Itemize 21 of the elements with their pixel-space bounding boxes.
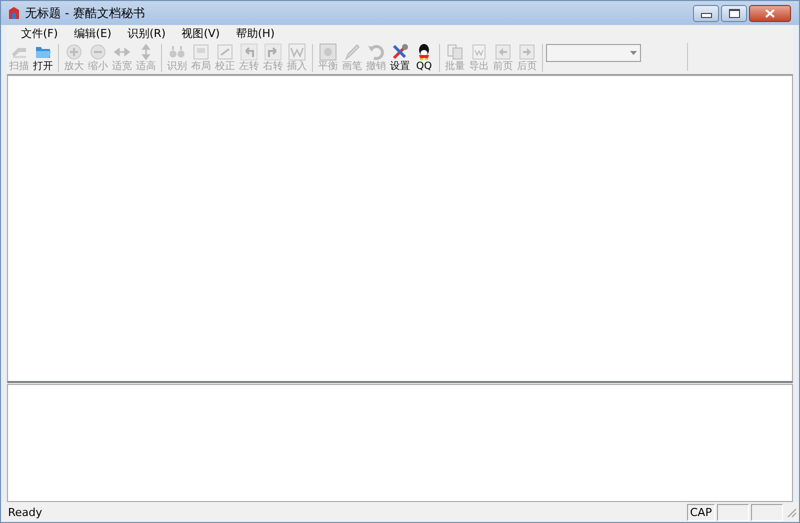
menu-item[interactable]: 编辑(E) — [66, 26, 120, 41]
toolbar-button[interactable]: 设置 — [388, 43, 412, 73]
toolbar-button[interactable]: QQ — [412, 43, 436, 73]
toolbar-button[interactable]: 打开 — [31, 43, 55, 73]
caret-icon — [630, 51, 637, 55]
settings-icon — [391, 43, 409, 61]
status-message: Ready — [8, 506, 44, 518]
close-button[interactable] — [749, 4, 791, 22]
menu-item[interactable]: 帮助(H) — [228, 26, 283, 41]
resize-grip-icon — [785, 506, 797, 518]
menu-item[interactable]: 视图(V) — [174, 26, 228, 41]
maximize-button[interactable] — [721, 4, 747, 22]
status-indicator: CAP — [687, 504, 715, 520]
status-pane — [717, 504, 749, 520]
app-icon — [7, 6, 21, 20]
close-icon — [765, 8, 775, 18]
status-pane — [751, 504, 783, 520]
menu-item[interactable]: 识别(R) — [119, 26, 174, 41]
menu-item[interactable]: 文件(F) — [13, 26, 66, 41]
minimize-button[interactable] — [693, 4, 719, 22]
window-title: 无标题 - 赛酷文档秘书 — [25, 4, 145, 22]
